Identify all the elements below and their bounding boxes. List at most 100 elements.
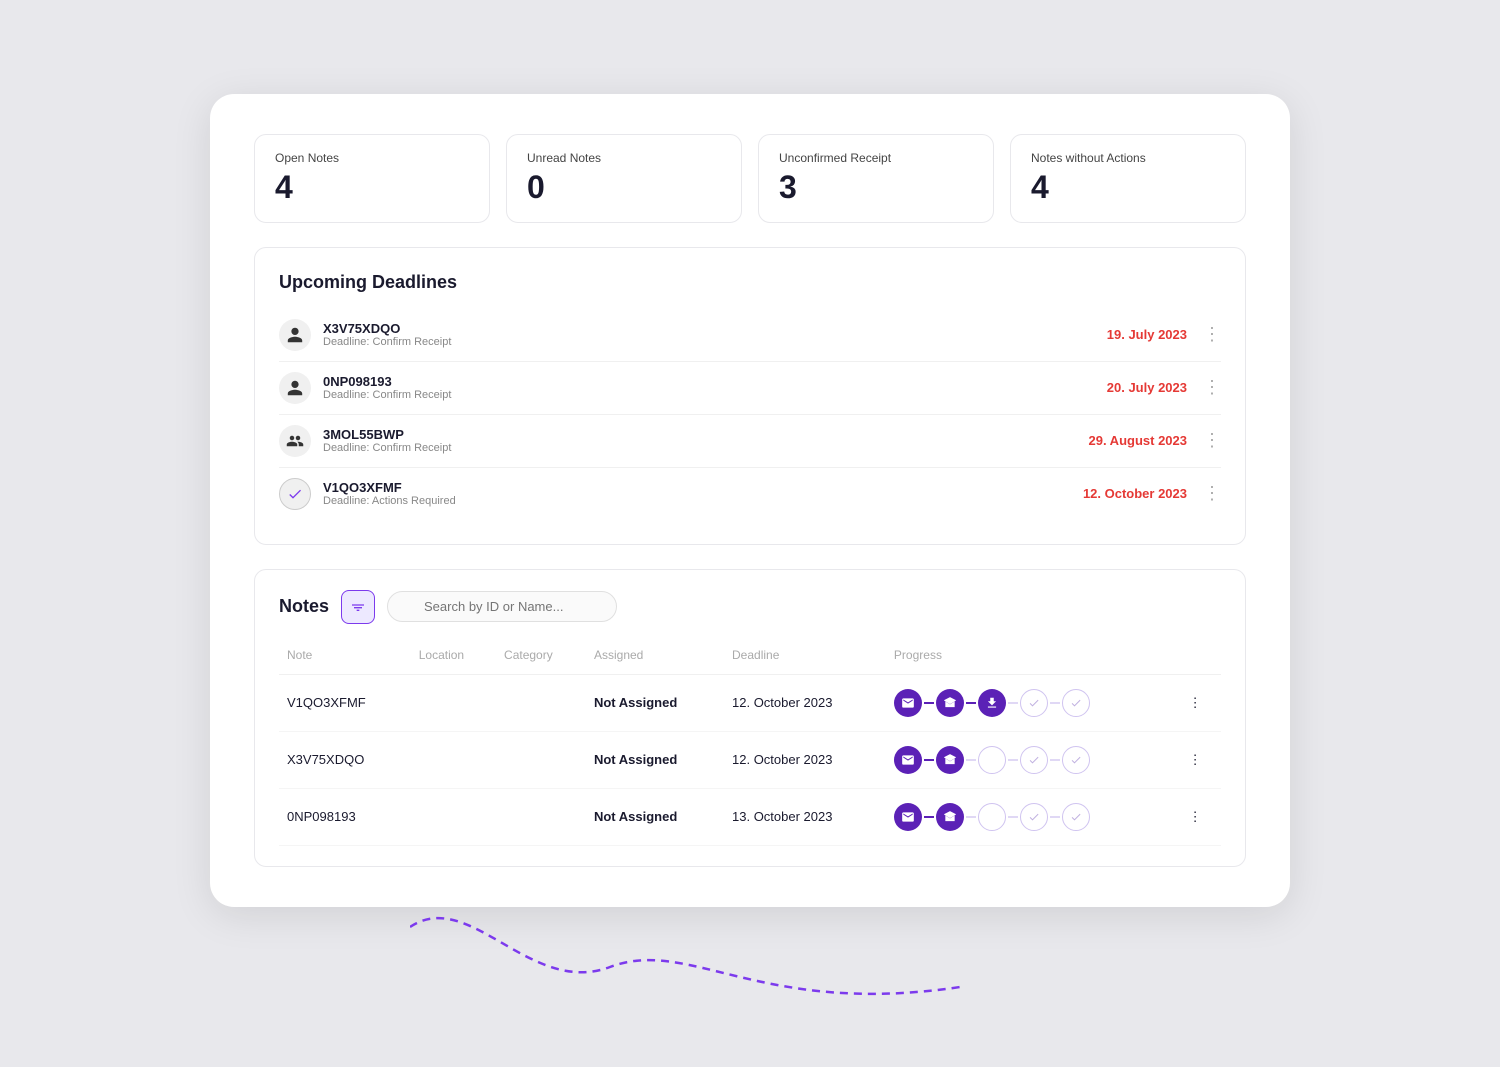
stat-unread-notes-label: Unread Notes: [527, 151, 721, 165]
notes-card: Notes 🔍 Note Location Category Assigned …: [254, 569, 1246, 867]
deadline-id: 0NP098193: [323, 374, 1107, 389]
deadline-sub: Deadline: Confirm Receipt: [323, 442, 1088, 454]
step-line: [924, 702, 934, 704]
col-assigned: Assigned: [586, 640, 724, 675]
person-icon: [279, 372, 311, 404]
main-card: Open Notes 4 Unread Notes 0 Unconfirmed …: [210, 94, 1290, 907]
deadline-more-menu[interactable]: ⋮: [1203, 377, 1221, 398]
step-line: [924, 816, 934, 818]
step-0: [894, 803, 922, 831]
note-more[interactable]: ⋮: [1181, 674, 1221, 731]
deadline-row: X3V75XDQO Deadline: Confirm Receipt 19. …: [279, 309, 1221, 362]
deadline-id: X3V75XDQO: [323, 321, 1107, 336]
filter-button[interactable]: [341, 590, 375, 624]
deadline-date: 19. July 2023: [1107, 327, 1187, 342]
stat-unread-notes-value: 0: [527, 169, 721, 206]
note-progress: [886, 731, 1181, 788]
note-location: [411, 731, 496, 788]
step-line: [1008, 702, 1018, 704]
deadline-sub: Deadline: Confirm Receipt: [323, 389, 1107, 401]
step-3: [1020, 689, 1048, 717]
note-assigned: Not Assigned: [586, 788, 724, 845]
deadline-more-menu[interactable]: ⋮: [1203, 483, 1221, 504]
step-line: [1050, 816, 1060, 818]
step-line: [924, 759, 934, 761]
deadline-row: V1QO3XFMF Deadline: Actions Required 12.…: [279, 468, 1221, 520]
check-icon: [279, 478, 311, 510]
stat-unconfirmed-receipt: Unconfirmed Receipt 3: [758, 134, 994, 223]
note-more[interactable]: ⋮: [1181, 731, 1221, 788]
deadline-date: 12. October 2023: [1083, 486, 1187, 501]
step-3: [1020, 803, 1048, 831]
step-line: [1008, 759, 1018, 761]
step-line: [1008, 816, 1018, 818]
deadline-info: X3V75XDQO Deadline: Confirm Receipt: [323, 321, 1107, 348]
search-wrapper: 🔍: [387, 591, 1221, 622]
table-row: 0NP098193 Not Assigned 13. October 2023: [279, 788, 1221, 845]
stats-row: Open Notes 4 Unread Notes 0 Unconfirmed …: [254, 134, 1246, 223]
stat-unread-notes: Unread Notes 0: [506, 134, 742, 223]
step-0: [894, 689, 922, 717]
col-actions: [1181, 640, 1221, 675]
deadline-more-menu[interactable]: ⋮: [1203, 324, 1221, 345]
step-4: [1062, 689, 1090, 717]
stat-unconfirmed-label: Unconfirmed Receipt: [779, 151, 973, 165]
stat-notes-without-actions: Notes without Actions 4: [1010, 134, 1246, 223]
step-1: [936, 803, 964, 831]
note-id: V1QO3XFMF: [279, 674, 411, 731]
deadline-row: 3MOL55BWP Deadline: Confirm Receipt 29. …: [279, 415, 1221, 468]
note-id: X3V75XDQO: [279, 731, 411, 788]
col-category: Category: [496, 640, 586, 675]
deadlines-title: Upcoming Deadlines: [279, 272, 1221, 293]
col-note: Note: [279, 640, 411, 675]
table-row: X3V75XDQO Not Assigned 12. October 2023: [279, 731, 1221, 788]
deadline-date: 20. July 2023: [1107, 380, 1187, 395]
deadline-info: V1QO3XFMF Deadline: Actions Required: [323, 480, 1083, 507]
step-0: [894, 746, 922, 774]
step-1: [936, 689, 964, 717]
col-location: Location: [411, 640, 496, 675]
deadlines-card: Upcoming Deadlines X3V75XDQO Deadline: C…: [254, 247, 1246, 545]
stat-open-notes-label: Open Notes: [275, 151, 469, 165]
step-line: [966, 759, 976, 761]
step-line: [966, 816, 976, 818]
person-icon: [279, 319, 311, 351]
step-2: [978, 689, 1006, 717]
note-deadline: 12. October 2023: [724, 674, 886, 731]
step-line: [1050, 702, 1060, 704]
step-2: [978, 746, 1006, 774]
dashed-curve-decoration: [410, 867, 960, 1067]
note-assigned: Not Assigned: [586, 731, 724, 788]
note-category: [496, 674, 586, 731]
search-input[interactable]: [387, 591, 617, 622]
note-progress: [886, 788, 1181, 845]
deadline-date: 29. August 2023: [1088, 433, 1187, 448]
deadline-row: 0NP098193 Deadline: Confirm Receipt 20. …: [279, 362, 1221, 415]
deadline-id: V1QO3XFMF: [323, 480, 1083, 495]
note-progress: [886, 674, 1181, 731]
stat-no-actions-value: 4: [1031, 169, 1225, 206]
step-4: [1062, 803, 1090, 831]
person-stack-icon: [279, 425, 311, 457]
note-id: 0NP098193: [279, 788, 411, 845]
notes-header: Notes 🔍: [279, 590, 1221, 624]
note-deadline: 13. October 2023: [724, 788, 886, 845]
note-category: [496, 788, 586, 845]
step-2: [978, 803, 1006, 831]
note-category: [496, 731, 586, 788]
note-deadline: 12. October 2023: [724, 731, 886, 788]
note-assigned: Not Assigned: [586, 674, 724, 731]
col-progress: Progress: [886, 640, 1181, 675]
deadline-more-menu[interactable]: ⋮: [1203, 430, 1221, 451]
deadline-info: 0NP098193 Deadline: Confirm Receipt: [323, 374, 1107, 401]
stat-open-notes: Open Notes 4: [254, 134, 490, 223]
note-more[interactable]: ⋮: [1181, 788, 1221, 845]
deadline-id: 3MOL55BWP: [323, 427, 1088, 442]
note-location: [411, 788, 496, 845]
note-location: [411, 674, 496, 731]
deadline-sub: Deadline: Actions Required: [323, 495, 1083, 507]
stat-unconfirmed-value: 3: [779, 169, 973, 206]
step-line: [966, 702, 976, 704]
step-3: [1020, 746, 1048, 774]
table-row: V1QO3XFMF Not Assigned 12. October 2023: [279, 674, 1221, 731]
